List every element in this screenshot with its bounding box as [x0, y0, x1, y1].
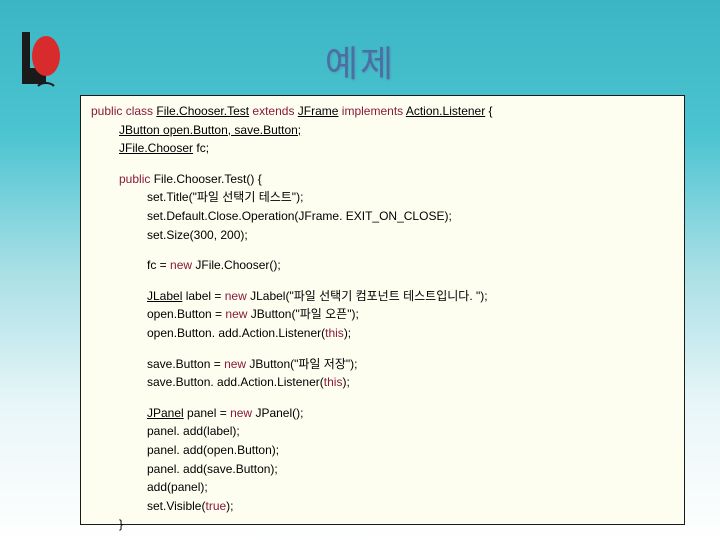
code-line: JLabel label = new JLabel("파일 선택기 컴포넌트 테…	[91, 287, 674, 306]
code-line: save.Button = new JButton("파일 저장");	[91, 355, 674, 374]
code-line: open.Button. add.Action.Listener(this);	[91, 324, 674, 343]
code-line: add(panel);	[91, 478, 674, 497]
code-line: set.Visible(true);	[91, 497, 674, 516]
slide-title: 예제	[325, 35, 395, 87]
slide-header: 예제	[0, 0, 720, 95]
code-line: open.Button = new JButton("파일 오픈");	[91, 305, 674, 324]
code-line: JFile.Chooser fc;	[91, 139, 674, 158]
code-line: panel. add(open.Button);	[91, 441, 674, 460]
code-line: set.Default.Close.Operation(JFrame. EXIT…	[91, 207, 674, 226]
code-line: fc = new JFile.Chooser();	[91, 256, 674, 275]
code-block: public class File.Chooser.Test extends J…	[80, 95, 685, 525]
code-line: JButton open.Button, save.Button;	[91, 121, 674, 140]
code-line: set.Title("파일 선택기 테스트");	[91, 188, 674, 207]
code-line: JPanel panel = new JPanel();	[91, 404, 674, 423]
code-line: }	[91, 515, 674, 534]
code-line: public class File.Chooser.Test extends J…	[91, 102, 674, 121]
java-logo-icon	[18, 28, 74, 88]
code-line: panel. add(save.Button);	[91, 460, 674, 479]
code-line: set.Size(300, 200);	[91, 226, 674, 245]
code-line: panel. add(label);	[91, 422, 674, 441]
code-line: save.Button. add.Action.Listener(this);	[91, 373, 674, 392]
code-line: public File.Chooser.Test() {	[91, 170, 674, 189]
